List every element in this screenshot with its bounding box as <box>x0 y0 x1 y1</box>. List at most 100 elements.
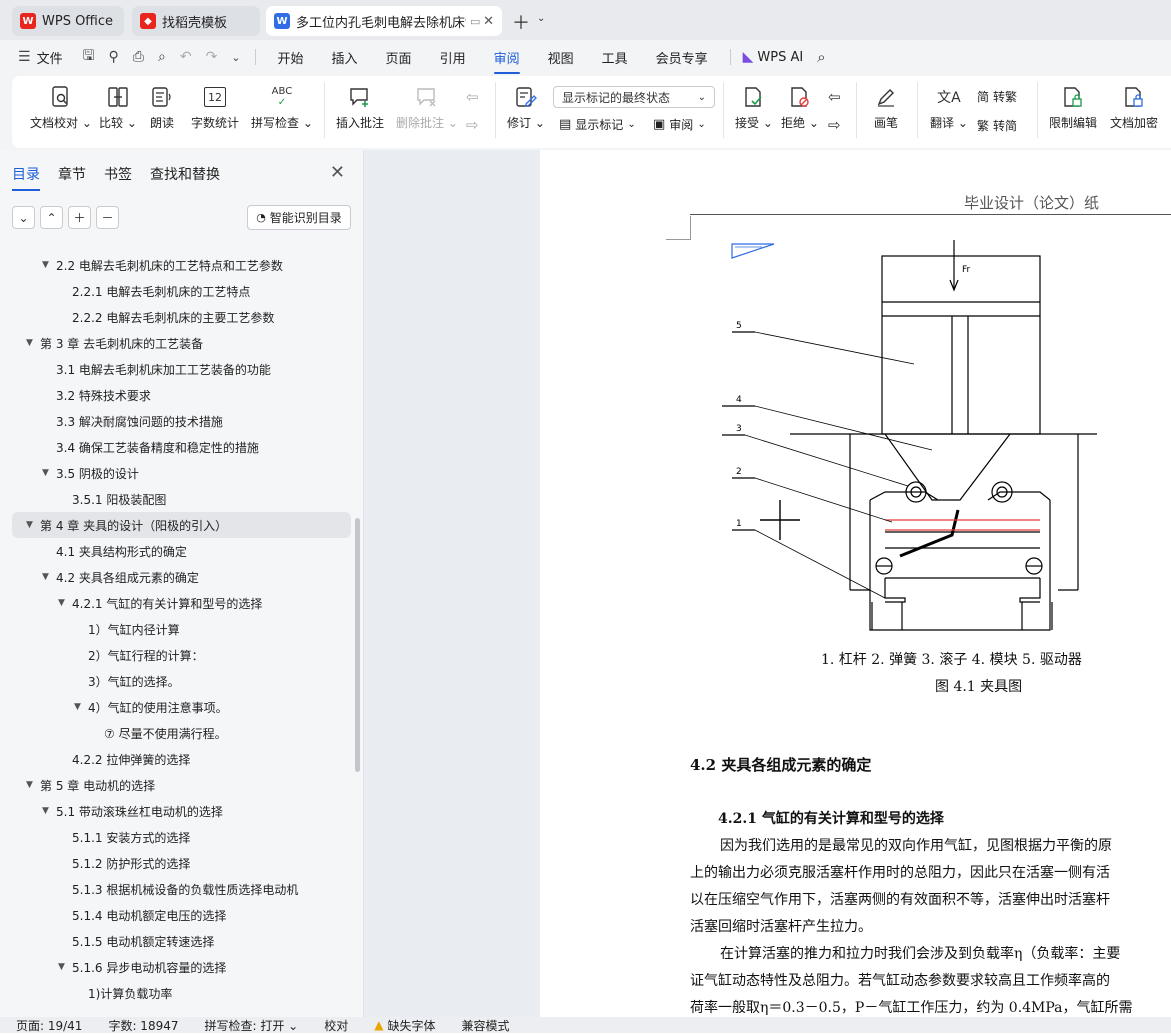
toc-item[interactable]: 3.2 特殊技术要求 <box>42 382 151 408</box>
doc-check-button[interactable]: 文档校对 ⌄ <box>30 84 92 131</box>
share-icon[interactable]: ⚲ <box>109 49 119 65</box>
reject-button[interactable]: 拒绝 ⌄ <box>781 84 819 131</box>
toc-item[interactable]: 5.1.3 根据机械设备的负载性质选择电动机 <box>58 876 298 902</box>
compare-button[interactable]: 比较 ⌄ <box>99 84 137 131</box>
toc-item[interactable]: ▼ 5.1 带动滚珠丝杠电动机的选择 <box>42 798 223 824</box>
expand-up-button[interactable]: ⌃ <box>40 206 63 229</box>
toc-item[interactable]: 2）气缸行程的计算： <box>74 642 204 668</box>
save-icon[interactable]: 🖫 <box>83 45 95 69</box>
next-comment-icon[interactable]: ⇨ <box>466 116 479 134</box>
menu-review[interactable]: 审阅 <box>493 48 520 74</box>
toc-item[interactable]: ▼ 第 5 章 电动机的选择 <box>26 772 155 798</box>
menu-page[interactable]: 页面 <box>386 48 412 67</box>
toc-item[interactable]: 2.2.1 电解去毛刺机床的工艺特点 <box>58 278 250 304</box>
menu-references[interactable]: 引用 <box>440 48 466 67</box>
missing-font-status[interactable]: 缺失字体 <box>387 1017 435 1034</box>
spell-check-button[interactable]: ABC ✓ 拼写检查 ⌄ <box>251 84 313 131</box>
toc-item[interactable]: ▼ 4.2 夹具各组成元素的确定 <box>42 564 199 590</box>
tab-find-replace[interactable]: 查找和替换 <box>150 164 220 191</box>
document-page[interactable]: 毕业设计（论文）纸 5 4 3 2 1 Fr 1. 杠杆 2. 弹簧 3. 滚子… <box>540 150 1171 1017</box>
expand-triangle-icon[interactable]: ▼ <box>26 338 40 348</box>
toc-item[interactable]: 4.1 夹具结构形式的确定 <box>42 538 187 564</box>
expand-triangle-icon[interactable]: ▼ <box>42 806 56 816</box>
close-icon[interactable]: ✕ <box>483 14 494 29</box>
toc-item[interactable]: ▼ 2.2 电解去毛刺机床的工艺特点和工艺参数 <box>42 252 283 278</box>
menu-tools[interactable]: 工具 <box>602 48 628 67</box>
pen-button[interactable]: 画笔 <box>874 84 898 131</box>
add-heading-button[interactable]: ＋ <box>68 206 91 229</box>
show-markup-button[interactable]: ▤ 显示标记 ⌄ <box>559 116 636 133</box>
print-preview-icon[interactable]: ⌕ <box>158 49 166 65</box>
expand-triangle-icon[interactable]: ▼ <box>58 598 72 608</box>
toc-item[interactable]: ▼ 第 4 章 夹具的设计（阳极的引入） <box>12 512 351 538</box>
search-icon[interactable]: ⌕ <box>817 48 825 66</box>
collapse-all-button[interactable]: ⌄ <box>12 206 35 229</box>
toc-item[interactable]: ▼ 5.1.6 异步电动机容量的选择 <box>58 954 226 980</box>
toc-item[interactable]: ▼ 3.5 阴极的设计 <box>42 460 139 486</box>
toc-item[interactable]: 3.5.1 阳极装配图 <box>58 486 166 512</box>
proofread-status[interactable]: 校对 <box>324 1017 348 1034</box>
word-count-status[interactable]: 字数: 18947 <box>108 1017 178 1034</box>
translate-button[interactable]: 文A 翻译 ⌄ <box>930 84 968 131</box>
toc-item[interactable]: 3.1 电解去毛刺机床加工工艺装备的功能 <box>42 356 271 382</box>
review-pane-button[interactable]: ▣ 审阅 ⌄ <box>653 116 706 133</box>
chevron-down-icon[interactable]: ⌄ <box>537 13 545 24</box>
tab-document[interactable]: W 多工位内孔毛刺电解去除机床t ▭ ✕ <box>266 6 502 36</box>
more-dropdown-icon[interactable]: ⌄ <box>231 51 240 64</box>
menu-home[interactable]: 开始 <box>278 48 304 67</box>
accept-button[interactable]: 接受 ⌄ <box>735 84 773 131</box>
scrollbar[interactable] <box>355 518 360 772</box>
toc-item[interactable]: ▼ 4.2.1 气缸的有关计算和型号的选择 <box>58 590 262 616</box>
markup-mode-select[interactable]: 显示标记的最终状态 ⌄ <box>553 86 715 108</box>
tab-wps-office[interactable]: W WPS Office <box>12 6 124 36</box>
toc-item[interactable]: ▼ 4）气缸的使用注意事项。 <box>74 694 228 720</box>
menu-wps-ai[interactable]: WPS AI <box>757 50 803 65</box>
toc-item[interactable]: 5.1.1 安装方式的选择 <box>58 824 190 850</box>
encrypt-button[interactable]: 文档加密 <box>1110 84 1158 131</box>
page-indicator[interactable]: 页面: 19/41 <box>16 1017 82 1034</box>
previous-comment-icon[interactable]: ⇦ <box>466 88 479 106</box>
insert-comment-button[interactable]: 插入批注 <box>336 84 384 131</box>
toc-item[interactable]: ▼ 第 3 章 去毛刺机床的工艺装备 <box>26 330 203 356</box>
tab-chapters[interactable]: 章节 <box>58 164 86 191</box>
expand-triangle-icon[interactable]: ▼ <box>42 468 56 478</box>
menu-view[interactable]: 视图 <box>548 48 574 67</box>
redo-icon[interactable]: ↷ <box>206 49 218 65</box>
word-count-button[interactable]: 12 字数统计 <box>191 84 239 131</box>
smart-toc-button[interactable]: ◔ 智能识别目录 <box>247 205 351 230</box>
spell-check-status[interactable]: 拼写检查: 打开 ⌄ <box>205 1017 299 1034</box>
restrict-edit-button[interactable]: 限制编辑 <box>1049 84 1097 131</box>
read-aloud-button[interactable]: 朗读 <box>150 84 174 131</box>
close-icon[interactable]: ✕ <box>330 162 345 183</box>
toc-item[interactable]: 3.4 确保工艺装备精度和稳定性的措施 <box>42 434 259 460</box>
toc-item[interactable]: 3.3 解决耐腐蚀问题的技术措施 <box>42 408 223 434</box>
toc-item[interactable]: 1)计算负载功率 <box>74 980 172 1006</box>
tab-bookmarks[interactable]: 书签 <box>104 164 132 191</box>
new-tab-icon[interactable]: ＋ <box>512 9 530 35</box>
toc-item[interactable]: 3）气缸的选择。 <box>74 668 180 694</box>
toc-item[interactable]: 2.2.2 电解去毛刺机床的主要工艺参数 <box>58 304 274 330</box>
expand-triangle-icon[interactable]: ▼ <box>58 962 72 972</box>
expand-triangle-icon[interactable]: ▼ <box>42 260 56 270</box>
tab-toc[interactable]: 目录 <box>12 164 40 191</box>
menu-member[interactable]: 会员专享 <box>656 48 708 67</box>
toc-item[interactable]: ⑦ 尽量不使用满行程。 <box>90 720 227 746</box>
hamburger-icon[interactable]: ☰ <box>18 49 31 65</box>
delete-comment-button[interactable]: 删除批注 ⌄ <box>396 84 458 131</box>
expand-triangle-icon[interactable]: ▼ <box>26 780 40 790</box>
undo-icon[interactable]: ↶ <box>180 49 192 65</box>
print-icon[interactable]: ⎙ <box>133 49 144 65</box>
to-simplified-button[interactable]: 繁转简 <box>977 117 1017 134</box>
toc-item[interactable]: 5.1.4 电动机额定电压的选择 <box>58 902 226 928</box>
toc-item[interactable]: 5.1.2 防护形式的选择 <box>58 850 190 876</box>
next-change-icon[interactable]: ⇨ <box>828 116 841 134</box>
menu-file[interactable]: 文件 <box>37 48 63 67</box>
expand-triangle-icon[interactable]: ▼ <box>74 702 88 712</box>
track-changes-button[interactable]: 修订 ⌄ <box>507 84 545 131</box>
tab-docer[interactable]: ◆ 找稻壳模板 <box>132 6 260 36</box>
menu-insert[interactable]: 插入 <box>332 48 358 67</box>
toc-item[interactable]: 5.1.5 电动机额定转速选择 <box>58 928 214 954</box>
to-traditional-button[interactable]: 简转繁 <box>977 88 1017 105</box>
expand-triangle-icon[interactable]: ▼ <box>42 572 56 582</box>
expand-triangle-icon[interactable]: ▼ <box>26 520 40 530</box>
